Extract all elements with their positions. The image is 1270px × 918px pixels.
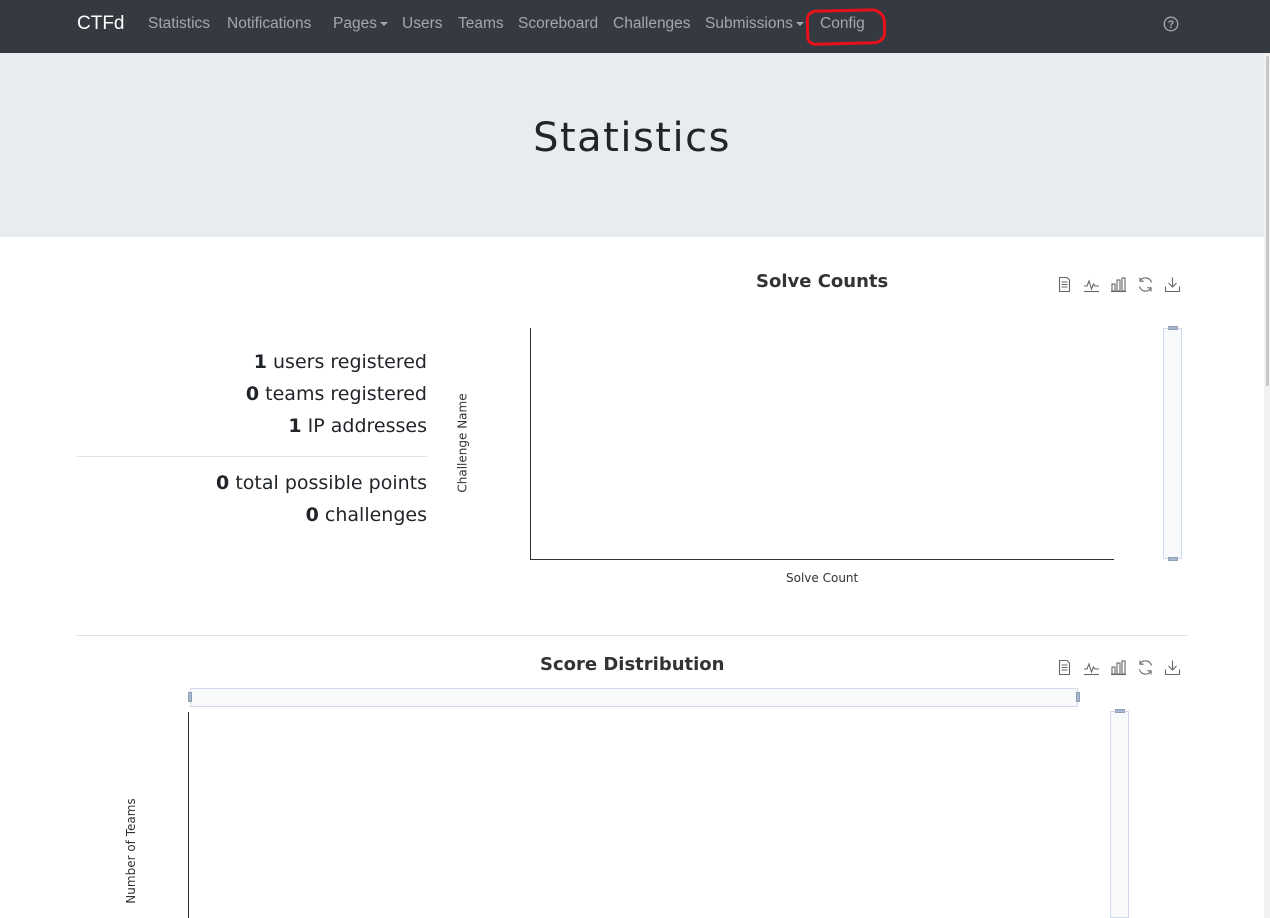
datazoom-handle-left[interactable]: [188, 692, 192, 702]
datazoom-handle-right[interactable]: [1076, 692, 1080, 702]
line-chart-icon[interactable]: [1083, 659, 1100, 676]
page-title: Statistics: [533, 115, 731, 161]
stat-users: 1 users registered: [254, 351, 427, 373]
nav-statistics[interactable]: Statistics: [148, 15, 210, 33]
score-distribution-datazoom-vertical[interactable]: [1110, 711, 1129, 918]
solve-counts-plot: [530, 328, 1114, 560]
caret-down-icon: [795, 21, 804, 26]
chart-title-score-distribution: Score Distribution: [540, 654, 725, 675]
y-axis-label-score: Number of Teams: [124, 798, 138, 904]
bar-chart-icon[interactable]: [1110, 276, 1127, 293]
y-axis-label: Challenge Name: [455, 393, 470, 493]
score-distribution-plot: [188, 712, 189, 918]
page-header: Statistics: [0, 53, 1270, 237]
datazoom-handle-top[interactable]: [1168, 326, 1178, 330]
top-navbar: CTFd Statistics Notifications Pages User…: [0, 0, 1270, 53]
question-circle-icon[interactable]: [1163, 16, 1179, 32]
bar-chart-icon[interactable]: [1110, 659, 1127, 676]
stat-points-label: total possible points: [235, 472, 427, 494]
stat-challenges-count: 0: [305, 504, 319, 526]
solve-counts-datazoom-slider[interactable]: [1163, 328, 1182, 559]
stat-teams-label: teams registered: [265, 383, 427, 405]
nav-users[interactable]: Users: [402, 15, 442, 33]
stat-ips-label: IP addresses: [307, 415, 427, 437]
data-view-icon[interactable]: [1056, 659, 1073, 676]
nav-config[interactable]: Config: [820, 15, 865, 33]
download-icon[interactable]: [1164, 659, 1181, 676]
line-chart-icon[interactable]: [1083, 276, 1100, 293]
stat-points: 0 total possible points: [216, 472, 427, 494]
nav-scoreboard[interactable]: Scoreboard: [518, 15, 598, 33]
nav-pages-label: Pages: [333, 15, 377, 32]
stat-ips-count: 1: [288, 415, 302, 437]
stats-divider: [77, 456, 427, 457]
stat-points-count: 0: [216, 472, 230, 494]
nav-submissions-dropdown[interactable]: Submissions: [705, 15, 804, 33]
stat-challenges-label: challenges: [324, 504, 427, 526]
restore-icon[interactable]: [1137, 276, 1154, 293]
stat-teams-count: 0: [245, 383, 260, 405]
brand-logo[interactable]: CTFd: [77, 13, 125, 35]
nav-challenges[interactable]: Challenges: [613, 15, 691, 33]
score-distribution-datazoom-horizontal[interactable]: [190, 688, 1078, 707]
nav-teams[interactable]: Teams: [458, 15, 504, 33]
stat-ips: 1 IP addresses: [288, 415, 427, 437]
datazoom-handle-top[interactable]: [1115, 709, 1125, 713]
score-distribution-toolbox: [1056, 659, 1181, 676]
section-divider: [77, 635, 1187, 636]
nav-pages-dropdown[interactable]: Pages: [333, 15, 388, 33]
stat-users-count: 1: [253, 351, 267, 373]
stat-challenges: 0 challenges: [306, 504, 427, 526]
chart-title-solve-counts: Solve Counts: [756, 271, 889, 292]
data-view-icon[interactable]: [1056, 276, 1073, 293]
solve-counts-toolbox: [1056, 276, 1181, 293]
download-icon[interactable]: [1164, 276, 1181, 293]
nav-notifications[interactable]: Notifications: [227, 15, 311, 33]
stat-teams: 0 teams registered: [246, 383, 427, 405]
x-axis-label: Solve Count: [786, 571, 859, 585]
datazoom-handle-bottom[interactable]: [1168, 557, 1178, 561]
caret-down-icon: [379, 21, 388, 26]
page-scrollbar-thumb[interactable]: [1266, 56, 1269, 386]
stat-users-label: users registered: [273, 351, 427, 373]
nav-submissions-label: Submissions: [705, 15, 793, 32]
restore-icon[interactable]: [1137, 659, 1154, 676]
